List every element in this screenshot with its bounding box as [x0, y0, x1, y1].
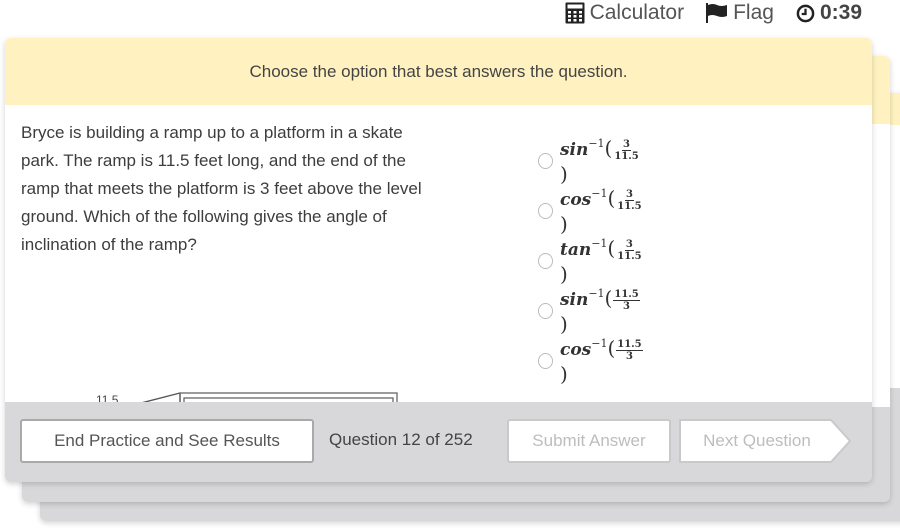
option-expression: cos−1(3 11.5) — [559, 186, 642, 236]
next-question-label: Next Question — [703, 431, 811, 450]
timer: 0:39 — [796, 1, 862, 25]
calculator-icon — [565, 2, 585, 24]
flag-button[interactable]: Flag — [706, 1, 774, 25]
radio-button[interactable] — [538, 353, 553, 369]
instruction-header: Choose the option that best answers the … — [5, 38, 872, 105]
radio-button[interactable] — [538, 153, 553, 169]
flag-label: Flag — [733, 1, 774, 24]
timer-value: 0:39 — [819, 1, 862, 24]
option-expression: cos−1(11.5 3) — [559, 336, 643, 386]
top-toolbar: Calculator Flag 0:39 — [565, 0, 862, 26]
option-1[interactable]: sin−1(3 11.5) — [538, 136, 642, 186]
option-5[interactable]: cos−1(11.5 3) — [538, 336, 645, 386]
submit-answer-button[interactable]: Submit Answer — [507, 419, 671, 463]
option-expression: sin−1(3 11.5) — [559, 136, 639, 186]
option-expression: tan−1(3 11.5) — [559, 236, 642, 286]
next-question-button[interactable]: Next Question — [678, 419, 852, 463]
question-text: Bryce is building a ramp up to a platfor… — [21, 123, 422, 254]
question-card: Choose the option that best answers the … — [5, 38, 872, 482]
end-practice-button[interactable]: End Practice and See Results — [20, 419, 314, 463]
calculator-button[interactable]: Calculator — [565, 1, 685, 25]
radio-button[interactable] — [538, 303, 553, 319]
question-body: Bryce is building a ramp up to a platfor… — [5, 105, 872, 431]
question-footer: End Practice and See Results Question 12… — [5, 402, 872, 482]
option-expression: sin−1(11.5 3) — [559, 286, 640, 336]
flag-icon — [706, 3, 728, 23]
clock-icon — [796, 4, 815, 23]
radio-button[interactable] — [538, 253, 553, 269]
radio-button[interactable] — [538, 203, 553, 219]
option-4[interactable]: sin−1(11.5 3) — [538, 286, 642, 336]
question-counter: Question 12 of 252 — [329, 430, 473, 449]
calculator-label: Calculator — [589, 1, 685, 24]
instruction-text: Choose the option that best answers the … — [249, 61, 628, 81]
option-3[interactable]: tan−1(3 11.5) — [538, 236, 645, 286]
option-2[interactable]: cos−1(3 11.5) — [538, 186, 645, 236]
